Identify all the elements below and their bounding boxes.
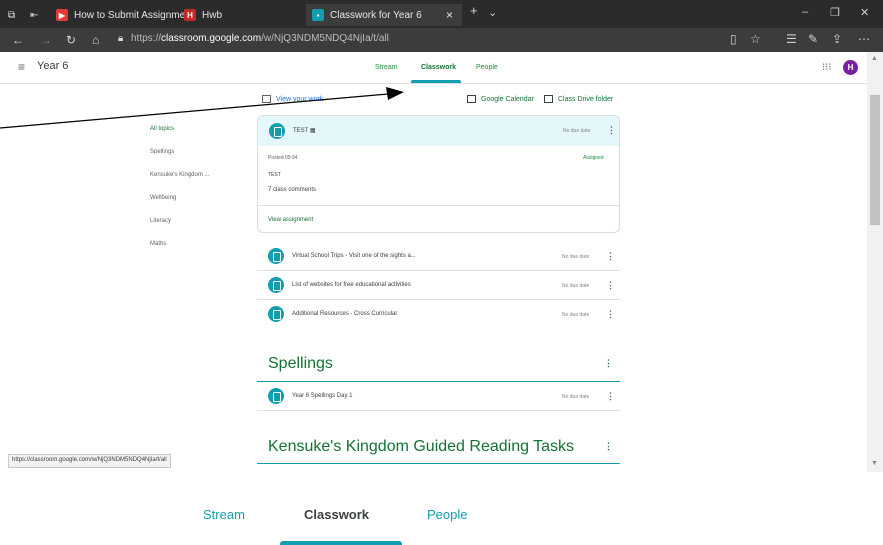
screen: ⧉ ⇤ ▶ How to Submit Assignment H Hwb ▪ C… (0, 0, 883, 545)
arrow-head (386, 87, 404, 100)
arrow-line (0, 93, 389, 129)
annotation-arrow (0, 87, 404, 129)
zoomed-active-tab-indicator (280, 541, 402, 545)
zoomed-tab-stream[interactable]: Stream (203, 507, 245, 522)
zoomed-tab-people[interactable]: People (427, 507, 467, 522)
zoomed-tab-classwork[interactable]: Classwork (304, 507, 369, 522)
